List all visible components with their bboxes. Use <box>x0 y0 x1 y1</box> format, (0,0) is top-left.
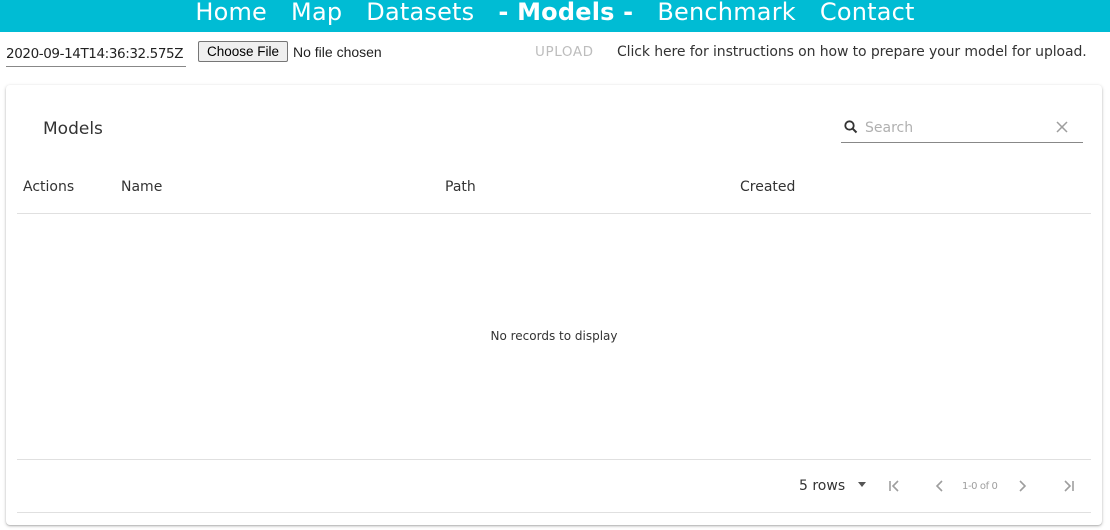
column-header-name[interactable]: Name <box>121 179 162 195</box>
last-page-icon[interactable] <box>1060 478 1076 494</box>
nav-map-link[interactable]: Map <box>291 0 342 24</box>
nav-contact-link[interactable]: Contact <box>820 0 915 24</box>
chevron-right-icon[interactable] <box>1014 478 1030 494</box>
instructions-link[interactable]: Click here for instructions on how to pr… <box>617 44 1087 60</box>
choose-file-button[interactable]: Choose File <box>198 41 289 62</box>
column-header-path[interactable]: Path <box>445 179 476 195</box>
search-input[interactable] <box>865 117 1045 139</box>
first-page-icon[interactable] <box>887 478 903 494</box>
chevron-left-icon[interactable] <box>932 478 948 494</box>
column-header-created[interactable]: Created <box>740 179 795 195</box>
file-status-text: No file chosen <box>293 44 382 60</box>
table-title: Models <box>43 119 103 139</box>
empty-message: No records to display <box>490 329 618 343</box>
search-icon <box>844 120 858 134</box>
search-field <box>841 113 1083 143</box>
column-header-actions: Actions <box>23 179 75 195</box>
page-count-text: 1-0 of 0 <box>962 481 998 492</box>
table-header: Actions Name Path Created <box>17 175 1091 214</box>
nav-home-link[interactable]: Home <box>195 0 267 24</box>
upload-bar: Choose File No file chosen UPLOAD Click … <box>0 38 1110 68</box>
nav-benchmark-link[interactable]: Benchmark <box>657 0 796 24</box>
rows-per-page-select[interactable]: 5 rows <box>799 478 845 494</box>
models-table-card: Models Actions Name Path Created No reco… <box>6 85 1102 525</box>
nav-datasets-link[interactable]: Datasets <box>366 0 474 24</box>
pagination-bar: 5 rows 1-0 of 0 <box>17 459 1091 513</box>
nav-models-link[interactable]: - Models - <box>498 0 633 24</box>
date-input[interactable] <box>6 41 186 67</box>
close-icon[interactable] <box>1055 120 1069 134</box>
upload-button[interactable]: UPLOAD <box>535 44 594 60</box>
caret-down-icon[interactable] <box>858 482 866 487</box>
top-nav: Home Map Datasets - Models - Benchmark C… <box>0 0 1110 32</box>
